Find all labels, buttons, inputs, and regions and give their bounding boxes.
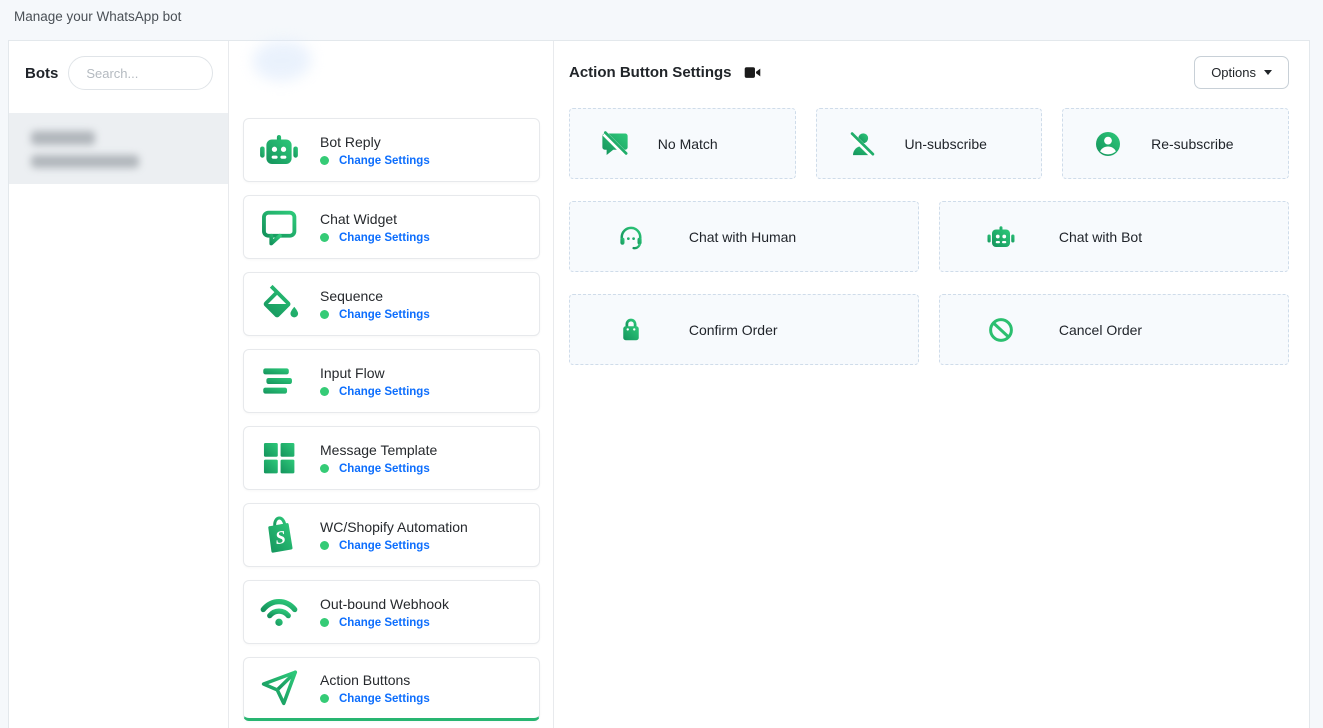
chat-slash-icon — [599, 128, 630, 159]
redacted-bot-name — [31, 131, 95, 145]
bots-heading: Bots — [25, 65, 58, 82]
cancel-circle-icon — [986, 314, 1017, 345]
status-dot — [320, 541, 329, 550]
feature-card-shopify[interactable]: S WC/Shopify Automation Change Settings — [243, 503, 540, 567]
change-settings-link[interactable]: Change Settings — [339, 309, 430, 321]
feature-card-bot-reply[interactable]: Bot Reply Change Settings — [243, 118, 540, 182]
action-button-chat-with-human[interactable]: Chat with Human — [569, 201, 919, 272]
page-title: Manage your WhatsApp bot — [14, 9, 181, 24]
status-dot — [320, 464, 329, 473]
feature-card-input-flow[interactable]: Input Flow Change Settings — [243, 349, 540, 413]
action-button-label: Confirm Order — [689, 322, 778, 338]
video-camera-icon[interactable] — [744, 65, 761, 80]
feature-title: Action Buttons — [320, 672, 430, 688]
robot-icon — [257, 129, 300, 172]
headset-icon — [616, 221, 647, 252]
panel-title: Action Button Settings — [569, 64, 731, 81]
action-button-label: Cancel Order — [1059, 322, 1142, 338]
feature-card-chat-widget[interactable]: Chat Widget Change Settings — [243, 195, 540, 259]
action-button-label: Chat with Human — [689, 229, 796, 245]
action-button-chat-with-bot[interactable]: Chat with Bot — [939, 201, 1289, 272]
blurred-avatar — [253, 41, 311, 81]
bot-search-input[interactable] — [68, 56, 213, 90]
change-settings-link[interactable]: Change Settings — [339, 155, 430, 167]
options-button[interactable]: Options — [1194, 56, 1289, 89]
action-button-resubscribe[interactable]: Re-subscribe — [1062, 108, 1289, 179]
feature-title: Sequence — [320, 288, 430, 304]
status-dot — [320, 156, 329, 165]
redacted-bot-phone — [31, 155, 139, 168]
grid-icon — [257, 437, 300, 480]
caret-down-icon — [1264, 70, 1272, 75]
feature-title: Bot Reply — [320, 134, 430, 150]
action-button-settings-panel: Action Button Settings Options — [554, 41, 1309, 728]
action-button-label: Re-subscribe — [1151, 136, 1233, 152]
action-button-confirm-order[interactable]: Confirm Order — [569, 294, 919, 365]
feature-card-sequence[interactable]: Sequence Change Settings — [243, 272, 540, 336]
feature-title: Chat Widget — [320, 211, 430, 227]
status-dot — [320, 618, 329, 627]
robot-icon — [986, 221, 1017, 252]
status-dot — [320, 694, 329, 703]
selected-bot-item[interactable] — [9, 113, 228, 184]
action-button-label: Un-subscribe — [904, 136, 986, 152]
bots-sidebar: Bots — [9, 41, 229, 728]
action-button-cancel-order[interactable]: Cancel Order — [939, 294, 1289, 365]
feature-title: Message Template — [320, 442, 437, 458]
feature-card-webhook[interactable]: Out-bound Webhook Change Settings — [243, 580, 540, 644]
change-settings-link[interactable]: Change Settings — [339, 617, 430, 629]
change-settings-link[interactable]: Change Settings — [339, 693, 430, 705]
paint-bucket-icon — [257, 283, 300, 326]
feature-card-action-buttons[interactable]: Action Buttons Change Settings — [243, 657, 540, 721]
status-dot — [320, 233, 329, 242]
main-panel: Bots Bot Reply — [8, 40, 1310, 728]
feature-list: Bot Reply Change Settings Chat Widget Ch… — [229, 41, 554, 728]
action-button-unsubscribe[interactable]: Un-subscribe — [816, 108, 1043, 179]
paper-plane-icon — [257, 667, 300, 710]
feature-title: WC/Shopify Automation — [320, 519, 468, 535]
wifi-icon — [257, 591, 300, 634]
change-settings-link[interactable]: Change Settings — [339, 232, 430, 244]
action-button-label: No Match — [658, 136, 718, 152]
action-button-label: Chat with Bot — [1059, 229, 1142, 245]
status-dot — [320, 310, 329, 319]
action-button-no-match[interactable]: No Match — [569, 108, 796, 179]
feature-title: Out-bound Webhook — [320, 596, 449, 612]
feature-card-message-template[interactable]: Message Template Change Settings — [243, 426, 540, 490]
list-bars-icon — [257, 360, 300, 403]
change-settings-link[interactable]: Change Settings — [339, 386, 430, 398]
shopping-bag-icon — [616, 314, 647, 345]
chat-bubble-icon — [257, 206, 300, 249]
feature-title: Input Flow — [320, 365, 430, 381]
options-label: Options — [1211, 65, 1256, 80]
change-settings-link[interactable]: Change Settings — [339, 463, 430, 475]
person-circle-icon — [1093, 128, 1124, 159]
status-dot — [320, 387, 329, 396]
person-slash-icon — [846, 128, 877, 159]
shopify-bag-icon: S — [257, 514, 300, 557]
change-settings-link[interactable]: Change Settings — [339, 540, 430, 552]
